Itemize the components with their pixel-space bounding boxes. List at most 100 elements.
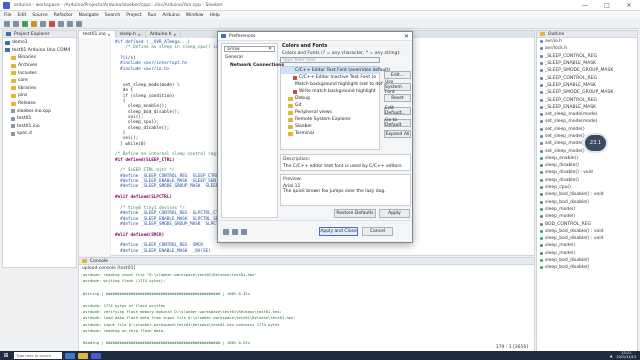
outline-item[interactable]: _SLEEP_ENABLE_MASK (537, 82, 637, 89)
explorer-app-icon[interactable] (78, 352, 88, 359)
outline-item[interactable]: sleep_enable() (537, 155, 637, 162)
font-tree-item[interactable]: C/C++ Editor Inactive Text Font (o (281, 74, 379, 81)
tree-item[interactable]: spec.d (5, 130, 74, 138)
outline-item[interactable]: sleep_mode() (537, 206, 637, 213)
help-icon[interactable] (223, 229, 229, 235)
tree-item[interactable]: core (5, 77, 74, 85)
outline-item[interactable]: avr/io.h (537, 38, 637, 45)
menu-search[interactable]: Search (105, 13, 120, 18)
menu-window[interactable]: Window (186, 13, 204, 18)
forward-icon[interactable] (76, 20, 82, 27)
tab-close-icon[interactable]: ✕ (173, 33, 176, 37)
clear-filter-icon[interactable]: ✕ (268, 47, 272, 52)
menu-project[interactable]: Project (126, 13, 141, 18)
menu-run[interactable]: Run (148, 13, 157, 18)
editor-tab[interactable]: sleep.h ✕ (115, 31, 146, 38)
tree-item[interactable]: Binaries (5, 54, 74, 62)
start-icon[interactable]: ⊞ (0, 351, 12, 360)
maximize-button[interactable]: □ (598, 1, 616, 10)
outline-item[interactable]: sleep_disable() : void (537, 169, 637, 176)
restore-defaults-button[interactable]: Restore Defaults (334, 209, 376, 218)
outline-item[interactable]: sleep_bod_disable() : void (537, 228, 637, 235)
ide-app-icon[interactable] (91, 352, 101, 359)
side-button-5[interactable]: Expand All (384, 130, 411, 138)
font-tree-item[interactable]: C/C++ Editor Text Font (overrides defaul… (281, 67, 390, 74)
network-icon[interactable]: ▲ (610, 354, 613, 358)
outline-item[interactable]: sleep_bod_disable() (537, 257, 637, 264)
upload-icon[interactable] (31, 20, 37, 27)
tree-item[interactable]: Includes (5, 69, 74, 77)
outline-item[interactable]: _SLEEP_CONTROL_REG (537, 96, 637, 103)
console-output[interactable]: avrdude: reading input file "D:\sloeber-… (79, 271, 534, 351)
font-tree-item[interactable]: Match background highlight (set to def (281, 81, 383, 88)
font-tree-item[interactable]: Debug (281, 95, 379, 102)
outline-item[interactable]: sleep_disable() (537, 162, 637, 169)
tree-item[interactable]: test01.ino (5, 123, 74, 131)
menu-refactor[interactable]: Refactor (54, 13, 73, 18)
side-button-3[interactable]: Edit Default... (384, 106, 411, 116)
menu-navigate[interactable]: Navigate (79, 13, 99, 18)
nav-item[interactable]: General (222, 54, 277, 62)
font-tree-item[interactable]: Git (281, 102, 379, 109)
save-icon[interactable] (13, 20, 19, 27)
back-icon[interactable] (67, 20, 73, 27)
side-button-4[interactable]: Go to Default (384, 118, 411, 128)
outline-item[interactable]: sleep_disable() (537, 177, 637, 184)
apply-button[interactable]: Apply (379, 209, 410, 218)
nav-filter-input[interactable]: arrow ✕ (224, 46, 275, 52)
tree-item[interactable]: Archives (5, 62, 74, 70)
outline-item[interactable]: _SLEEP_CONTROL_REG (537, 53, 637, 60)
outline-item[interactable]: set_sleep_mode(mode) (537, 111, 637, 118)
clock[interactable]: 23:21 2021/11/13 (616, 351, 636, 360)
nav-item[interactable]: Network Connections (222, 62, 284, 70)
menu-arduino[interactable]: Arduino (162, 13, 179, 18)
tree-item[interactable]: Release (5, 100, 74, 108)
menu-source[interactable]: Source (32, 13, 47, 18)
stop-icon[interactable] (49, 20, 55, 27)
side-button-2[interactable]: Reset (384, 94, 411, 102)
editor-tab[interactable]: Arduino.h ✕ (145, 31, 182, 38)
dialog-close-icon[interactable]: ✕ (404, 33, 409, 40)
outline-item[interactable]: set_sleep_mode(mode) (537, 118, 637, 125)
tree-item[interactable]: pins (5, 92, 74, 100)
tree-item[interactable]: sloeber.ino.cpp (5, 107, 74, 115)
outline-item[interactable]: sleep_mode() (537, 250, 637, 257)
tree-item[interactable]: demo1 (5, 39, 74, 47)
outline-item[interactable]: BOD_CONTROL_REG (537, 220, 637, 227)
side-button-1[interactable]: Use System Font (384, 80, 411, 95)
tab-close-icon[interactable]: ✕ (108, 33, 111, 37)
outline-item[interactable]: _SLEEP_SMODE_GROUP_MASK (537, 89, 637, 96)
close-button[interactable]: ✕ (620, 1, 638, 10)
search-icon[interactable] (58, 20, 64, 27)
new-file-icon[interactable] (4, 20, 10, 27)
minimize-button[interactable]: — (576, 1, 594, 10)
serial-monitor-icon[interactable] (40, 20, 46, 27)
tree-item[interactable]: test01 Arduino Uno COM4 (5, 47, 74, 55)
colors-filter-input[interactable]: type filter text (280, 57, 380, 63)
font-tree-item[interactable]: Peripheral views (281, 109, 379, 116)
tree-item[interactable]: libraries (5, 85, 74, 93)
tree-item[interactable]: test01 (5, 115, 74, 123)
export-icon[interactable] (241, 229, 247, 235)
cancel-button[interactable]: Cancel (362, 227, 393, 236)
font-tree-item[interactable]: Sloeber (281, 123, 379, 130)
outline-item[interactable]: sleep_bod_disable() : void (537, 191, 637, 198)
outline-item[interactable]: sleep_mode() (537, 213, 637, 220)
import-icon[interactable] (232, 229, 238, 235)
font-tree-item[interactable]: Terminal (281, 130, 379, 137)
outline-item[interactable]: avr/lock.h (537, 45, 637, 52)
taskbar-search-input[interactable]: Type here to search (14, 352, 62, 359)
outline-item[interactable]: set_sleep_mode() (537, 126, 637, 133)
outline-item[interactable]: sleep_mode() (537, 242, 637, 249)
menu-file[interactable]: File (4, 13, 12, 18)
outline-item[interactable]: sleep_bod_disable() (537, 264, 637, 271)
outline-item[interactable]: _SLEEP_SMODE_GROUP_MASK (537, 67, 637, 74)
outline-item[interactable]: sleep_bod_disable() : void (537, 235, 637, 242)
apply-and-close-button[interactable]: Apply and Close (319, 227, 358, 236)
outline-item[interactable]: sleep_cpu() (537, 184, 637, 191)
font-tree-item[interactable]: Write match background highlight (281, 88, 379, 95)
menu-edit[interactable]: Edit (18, 13, 27, 18)
outline-item[interactable]: _SLEEP_ENABLE_MASK (537, 60, 637, 67)
side-button-0[interactable]: Edit... (384, 71, 411, 79)
tab-close-icon[interactable]: ✕ (138, 33, 141, 37)
